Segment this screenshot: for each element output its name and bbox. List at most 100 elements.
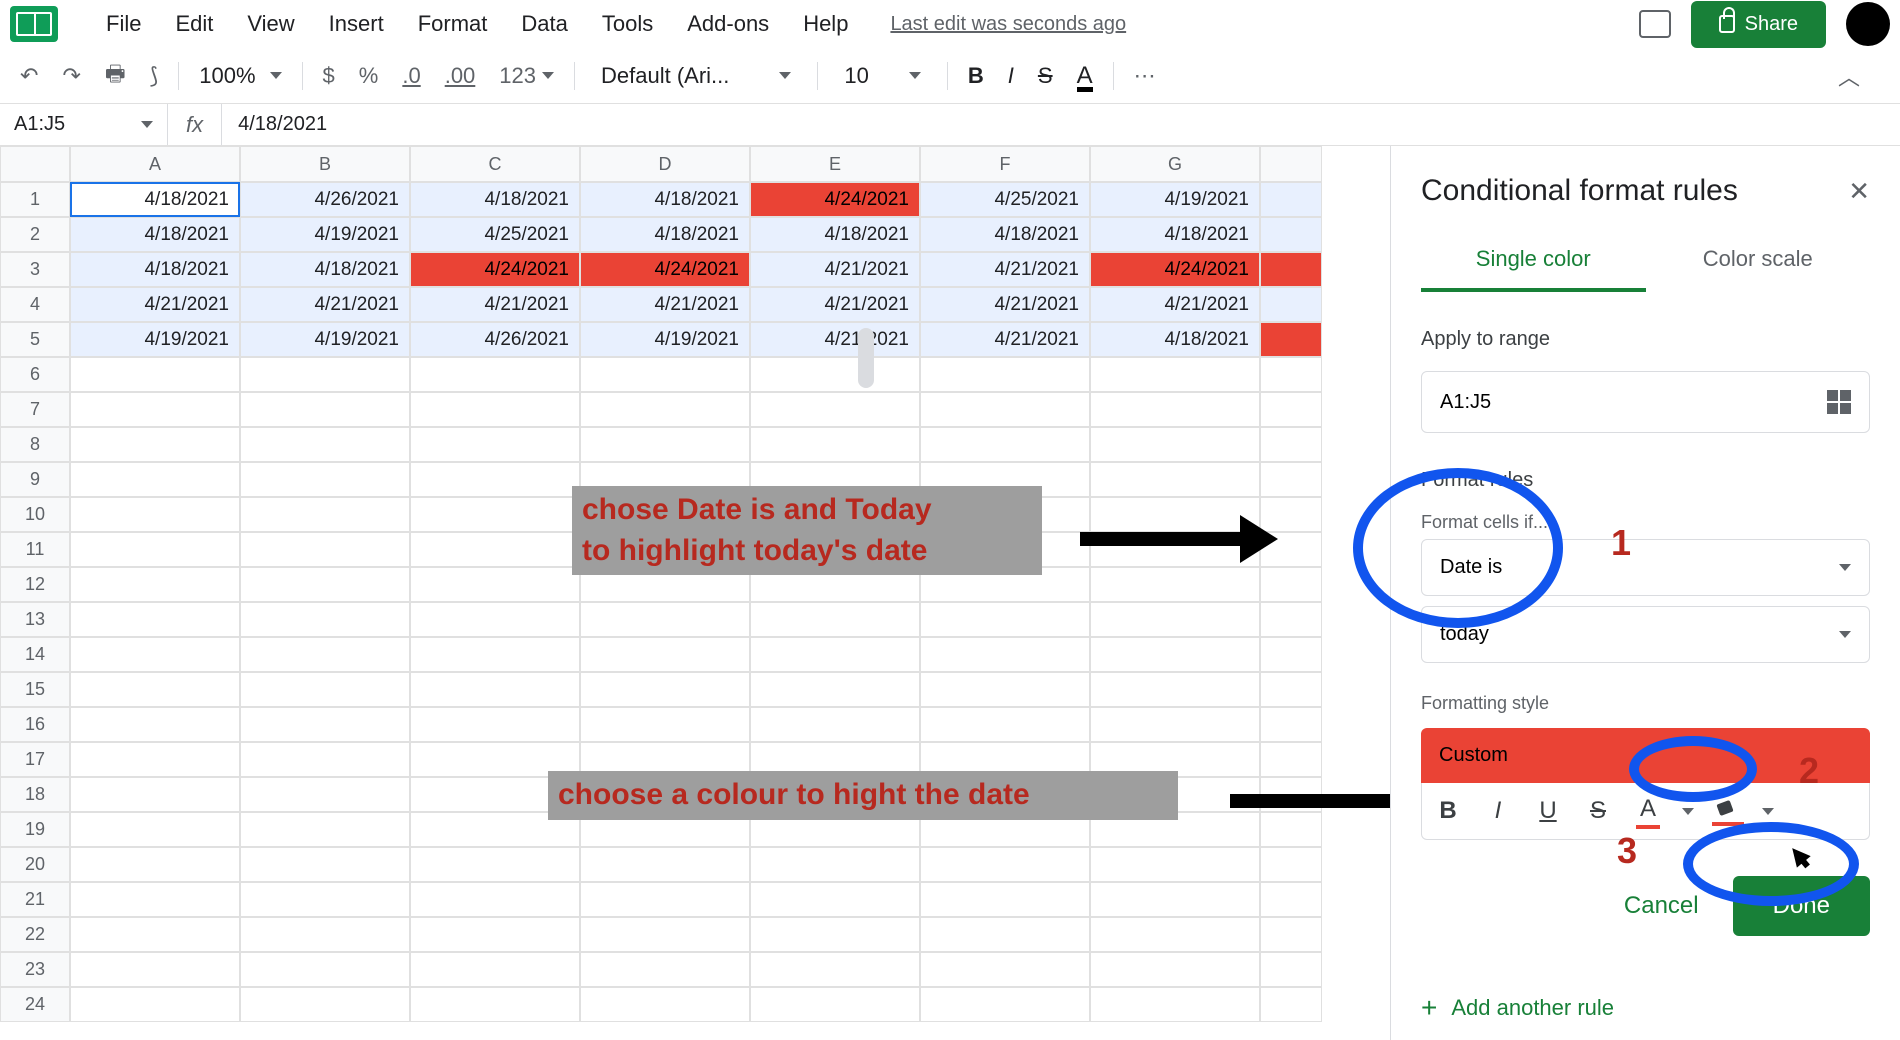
paint-format-button[interactable]: ⟆ — [140, 55, 169, 97]
cell[interactable] — [1090, 602, 1260, 637]
cell[interactable] — [240, 532, 410, 567]
cell[interactable]: 4/21/2021 — [750, 287, 920, 322]
cell[interactable] — [240, 637, 410, 672]
cell[interactable] — [1090, 987, 1260, 1022]
cell[interactable] — [580, 427, 750, 462]
cell[interactable] — [410, 357, 580, 392]
menu-format[interactable]: Format — [402, 3, 504, 45]
cell[interactable] — [70, 777, 240, 812]
cell[interactable]: 4/21/2021 — [750, 322, 920, 357]
cell[interactable] — [70, 707, 240, 742]
cell[interactable] — [750, 672, 920, 707]
cell[interactable] — [1260, 812, 1322, 847]
range-input[interactable]: A1:J5 — [1421, 371, 1870, 433]
cell[interactable] — [1260, 567, 1322, 602]
cell[interactable]: 4/24/2021 — [410, 252, 580, 287]
cell[interactable] — [240, 847, 410, 882]
cell[interactable]: 4/21/2021 — [920, 322, 1090, 357]
cell[interactable] — [920, 392, 1090, 427]
cell[interactable] — [1260, 182, 1322, 217]
cell[interactable] — [1260, 357, 1322, 392]
cell[interactable] — [410, 392, 580, 427]
style-bold-button[interactable]: B — [1432, 797, 1464, 825]
row-header[interactable]: 15 — [0, 672, 70, 707]
cell[interactable] — [240, 952, 410, 987]
cell[interactable] — [1090, 637, 1260, 672]
menu-data[interactable]: Data — [505, 3, 583, 45]
cell[interactable] — [240, 742, 410, 777]
cell[interactable]: 4/19/2021 — [580, 322, 750, 357]
cell[interactable]: 4/18/2021 — [70, 252, 240, 287]
cell[interactable] — [920, 357, 1090, 392]
spreadsheet-grid[interactable]: ABCDEFG14/18/20214/26/20214/18/20214/18/… — [0, 146, 1390, 1022]
cell[interactable] — [1260, 252, 1322, 287]
cell[interactable] — [920, 427, 1090, 462]
cell[interactable] — [70, 602, 240, 637]
cell[interactable] — [410, 952, 580, 987]
cell[interactable] — [70, 532, 240, 567]
cell[interactable] — [1260, 672, 1322, 707]
cancel-button[interactable]: Cancel — [1624, 892, 1699, 920]
cell[interactable] — [750, 427, 920, 462]
cell[interactable] — [1260, 707, 1322, 742]
cell[interactable] — [920, 672, 1090, 707]
cell[interactable] — [410, 637, 580, 672]
cell[interactable] — [240, 462, 410, 497]
column-header[interactable]: D — [580, 146, 750, 182]
row-header[interactable]: 20 — [0, 847, 70, 882]
cell[interactable] — [1260, 462, 1322, 497]
cell[interactable] — [70, 392, 240, 427]
cell[interactable] — [920, 637, 1090, 672]
style-text-color-button[interactable]: A — [1632, 795, 1664, 827]
cell[interactable] — [240, 987, 410, 1022]
cell[interactable] — [580, 847, 750, 882]
name-box[interactable]: A1:J5 — [0, 104, 168, 145]
cell[interactable]: 4/25/2021 — [920, 182, 1090, 217]
cell[interactable] — [410, 602, 580, 637]
cell[interactable] — [1260, 952, 1322, 987]
cell[interactable] — [750, 637, 920, 672]
cell[interactable] — [750, 952, 920, 987]
cell[interactable]: 4/19/2021 — [240, 217, 410, 252]
cell[interactable]: 4/18/2021 — [580, 182, 750, 217]
column-header[interactable]: B — [240, 146, 410, 182]
cell[interactable] — [240, 392, 410, 427]
column-header[interactable]: A — [70, 146, 240, 182]
cell[interactable]: 4/19/2021 — [70, 322, 240, 357]
number-format-select[interactable]: 123 — [489, 55, 564, 97]
add-another-rule-button[interactable]: + Add another rule — [1421, 992, 1870, 1024]
bold-button[interactable]: B — [958, 55, 994, 97]
cell[interactable]: 4/18/2021 — [1090, 322, 1260, 357]
cell[interactable]: 4/18/2021 — [410, 182, 580, 217]
cell[interactable] — [1260, 847, 1322, 882]
cell[interactable] — [1090, 357, 1260, 392]
row-header[interactable]: 24 — [0, 987, 70, 1022]
cell[interactable]: 4/18/2021 — [580, 217, 750, 252]
cell[interactable] — [1260, 427, 1322, 462]
cell[interactable]: 4/24/2021 — [1090, 252, 1260, 287]
row-header[interactable]: 7 — [0, 392, 70, 427]
row-header[interactable]: 19 — [0, 812, 70, 847]
cell[interactable] — [240, 917, 410, 952]
cell[interactable] — [1090, 882, 1260, 917]
cell[interactable] — [240, 567, 410, 602]
cell[interactable] — [750, 602, 920, 637]
column-header[interactable]: C — [410, 146, 580, 182]
cell[interactable] — [580, 987, 750, 1022]
cell[interactable] — [70, 987, 240, 1022]
column-header[interactable] — [1260, 146, 1322, 182]
cell[interactable]: 4/21/2021 — [70, 287, 240, 322]
column-header[interactable]: F — [920, 146, 1090, 182]
cell[interactable]: 4/21/2021 — [580, 287, 750, 322]
done-button[interactable]: Done — [1733, 876, 1870, 936]
cell[interactable] — [920, 847, 1090, 882]
cell[interactable] — [1090, 462, 1260, 497]
row-header[interactable]: 21 — [0, 882, 70, 917]
cell[interactable] — [580, 637, 750, 672]
cell[interactable] — [1260, 742, 1322, 777]
cell[interactable] — [410, 917, 580, 952]
cell[interactable] — [70, 637, 240, 672]
menu-help[interactable]: Help — [787, 3, 864, 45]
cell[interactable]: 4/24/2021 — [580, 252, 750, 287]
menu-addons[interactable]: Add-ons — [671, 3, 785, 45]
